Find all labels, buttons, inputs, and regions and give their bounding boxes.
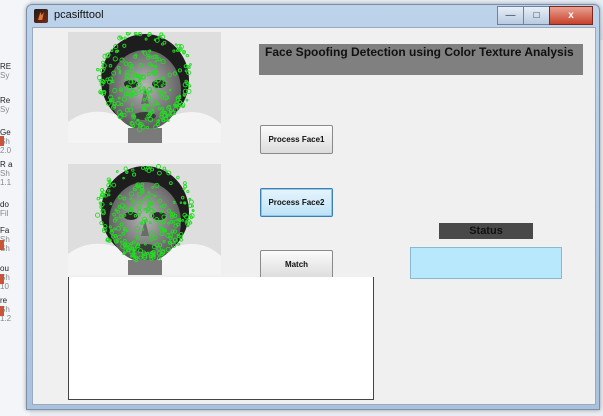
figure-canvas: Face Spoofing Detection using Color Text… [32,27,596,405]
title-bar[interactable]: pcasifttool — □ x [27,5,599,27]
background-list-item: Re Sy [0,96,11,114]
background-list-item: R a Sh 1.1 [0,160,13,187]
background-list-item: RE Sy [0,62,12,80]
page-title-banner: Face Spoofing Detection using Color Text… [259,44,583,75]
result-axes-panel [68,277,374,400]
app-window: pcasifttool — □ x Face Spoofing Detectio… [26,4,600,410]
matlab-app-icon [34,9,48,23]
match-button[interactable]: Match [260,250,333,279]
window-controls: — □ x [497,6,593,25]
background-marker [0,274,4,284]
process-face2-button[interactable]: Process Face2 [260,188,333,217]
page-title: Face Spoofing Detection using Color Text… [265,45,574,59]
background-marker [0,136,4,146]
status-label: Status [439,223,533,239]
maximize-button[interactable]: □ [523,6,550,25]
process-face1-button[interactable]: Process Face1 [260,125,333,154]
face2-keypoints-image [68,164,221,275]
window-title: pcasifttool [54,9,104,21]
face1-keypoints-image [68,32,221,143]
close-button[interactable]: x [549,6,593,25]
background-marker [0,240,4,250]
background-list-item: do Fil [0,200,9,218]
background-marker [0,306,4,316]
minimize-button[interactable]: — [497,6,524,25]
status-output-box [410,247,562,279]
